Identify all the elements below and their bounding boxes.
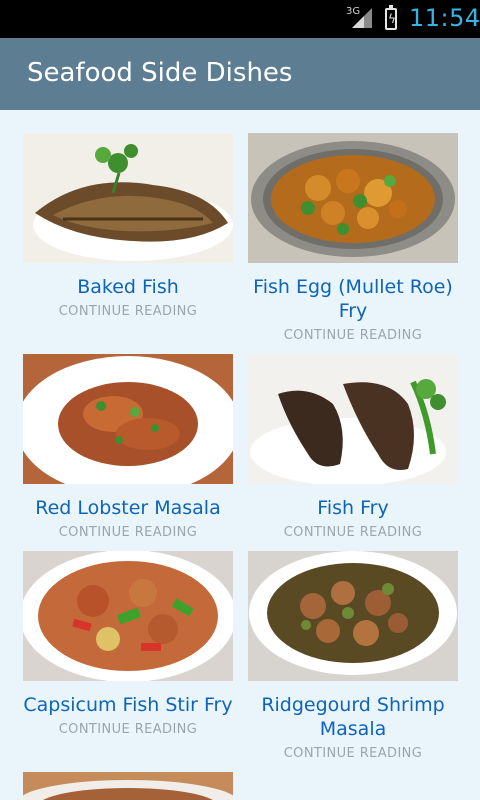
recipe-title[interactable]: Fish Fry bbox=[248, 496, 458, 520]
action-bar: Seafood Side Dishes bbox=[0, 38, 480, 110]
fish-fry-image[interactable] bbox=[248, 354, 458, 484]
continue-reading-link[interactable]: CONTINUE READING bbox=[248, 525, 458, 541]
baked-fish-image[interactable] bbox=[23, 133, 233, 263]
recipe-title[interactable]: Capsicum Fish Stir Fry bbox=[23, 693, 233, 717]
red-lobster-masala-image[interactable] bbox=[23, 354, 233, 484]
recipe-card-partial[interactable] bbox=[23, 772, 233, 800]
continue-reading-link[interactable]: CONTINUE READING bbox=[23, 525, 233, 541]
ridgegourd-shrimp-masala-image[interactable] bbox=[248, 551, 458, 681]
continue-reading-link[interactable]: CONTINUE READING bbox=[23, 722, 233, 738]
continue-reading-link[interactable]: CONTINUE READING bbox=[248, 328, 458, 344]
capsicum-fish-stir-fry-image[interactable] bbox=[23, 551, 233, 681]
page-title: Seafood Side Dishes bbox=[27, 58, 293, 88]
recipe-title[interactable]: Baked Fish bbox=[23, 275, 233, 299]
fish-egg-fry-image[interactable] bbox=[248, 133, 458, 263]
battery-charging-icon: ϟ bbox=[385, 5, 397, 30]
status-clock: 11:54 bbox=[409, 4, 480, 32]
next-recipe-image[interactable] bbox=[23, 772, 233, 800]
continue-reading-link[interactable]: CONTINUE READING bbox=[248, 746, 458, 762]
recipe-title[interactable]: Red Lobster Masala bbox=[23, 496, 233, 520]
signal-icon bbox=[352, 8, 372, 28]
continue-reading-link[interactable]: CONTINUE READING bbox=[23, 304, 233, 320]
status-bar: 3G ϟ 11:54 bbox=[0, 0, 480, 38]
recipe-title[interactable]: Fish Egg (Mullet Roe) Fry bbox=[248, 275, 458, 323]
recipe-title[interactable]: Ridgegourd Shrimp Masala bbox=[248, 693, 458, 741]
